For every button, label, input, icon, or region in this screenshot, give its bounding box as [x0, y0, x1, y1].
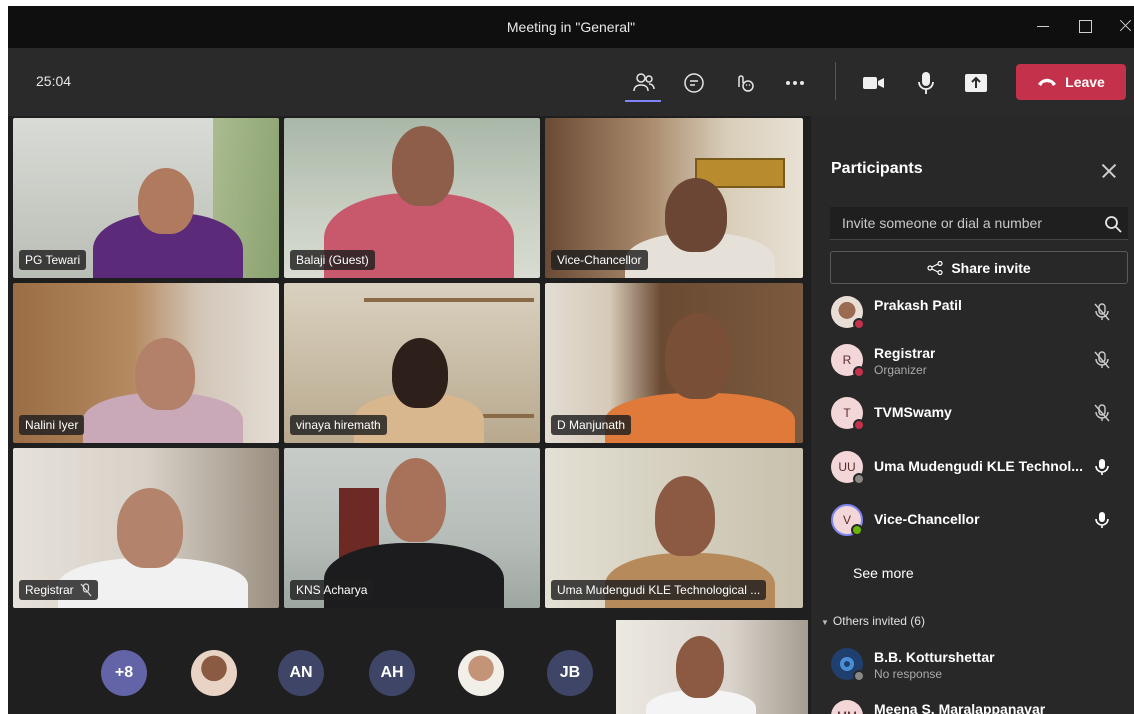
chat-icon[interactable] — [681, 70, 707, 96]
leave-label: Leave — [1065, 74, 1105, 90]
video-tile[interactable]: Balaji (Guest) — [284, 118, 540, 278]
window-title: Meeting in "General" — [506, 19, 636, 35]
offline-status-icon — [853, 473, 865, 485]
busy-status-icon — [853, 366, 865, 378]
hang-up-icon — [1038, 78, 1057, 86]
participant-initials-avatar[interactable]: AH — [369, 650, 415, 696]
participant-name-tag: Vice-Chancellor — [551, 250, 648, 270]
participant-row[interactable]: V Vice-Chancellor — [831, 500, 1131, 540]
busy-status-icon — [853, 419, 865, 431]
meeting-timer: 25:04 — [36, 73, 72, 89]
invited-row[interactable]: B.B. Kotturshettar No response — [831, 644, 1131, 684]
leave-button[interactable]: Leave — [1016, 64, 1126, 100]
video-tile[interactable]: Registrar — [13, 448, 279, 608]
participants-panel: Participants Share invite Prakash Patil … — [811, 116, 1134, 714]
share-screen-icon[interactable] — [963, 70, 989, 96]
participant-name: Registrar — [874, 345, 936, 361]
participant-row[interactable]: T TVMSwamy — [831, 393, 1131, 433]
participant-status: No response — [874, 667, 943, 681]
participant-name-tag: Registrar — [19, 580, 98, 600]
search-icon[interactable] — [1104, 215, 1122, 233]
participant-avatar: T — [831, 397, 865, 431]
participant-name: B.B. Kotturshettar — [874, 649, 995, 665]
available-status-icon — [851, 524, 863, 536]
video-tile[interactable]: D Manjunath — [545, 283, 803, 443]
mic-on-icon[interactable] — [1093, 457, 1111, 477]
video-tile[interactable]: vinaya hiremath — [284, 283, 540, 443]
participant-name: Meena S. Maralappanavar — [874, 701, 1046, 714]
participant-name-tag: Uma Mudengudi KLE Technological ... — [551, 580, 767, 600]
participant-name-tag: KNS Acharya — [290, 580, 374, 600]
toolbar-divider — [835, 62, 836, 100]
meeting-toolbar: 25:04 Leave — [8, 48, 1134, 116]
org-logo-avatar — [831, 648, 865, 682]
participant-name-tag: Balaji (Guest) — [290, 250, 375, 270]
video-tile[interactable]: Nalini Iyer — [13, 283, 279, 443]
participant-name: Vice-Chancellor — [874, 511, 980, 527]
participant-role: Organizer — [874, 363, 927, 377]
participant-row[interactable]: R Registrar Organizer — [831, 340, 1131, 380]
minimize-button[interactable] — [1032, 16, 1054, 36]
see-more-link[interactable]: See more — [853, 565, 914, 581]
close-panel-icon[interactable] — [1100, 162, 1118, 180]
maximize-button[interactable] — [1074, 16, 1096, 36]
participant-photo-avatar[interactable] — [458, 650, 504, 696]
invited-row[interactable]: MM Meena S. Maralappanavar — [831, 696, 1131, 714]
participant-name: TVMSwamy — [874, 404, 952, 420]
video-tile[interactable]: KNS Acharya — [284, 448, 540, 608]
participant-name: Prakash Patil — [874, 297, 962, 313]
mic-on-icon[interactable] — [1093, 510, 1111, 530]
active-tab-indicator — [625, 100, 661, 102]
participant-avatar — [831, 296, 865, 330]
others-invited-toggle[interactable]: ▼ Others invited (6) — [821, 614, 925, 628]
video-tile[interactable]: Uma Mudengudi KLE Technological ... — [545, 448, 803, 608]
panel-title: Participants — [831, 160, 923, 177]
participant-name: Uma Mudengudi KLE Technol... — [874, 458, 1083, 474]
mic-icon[interactable] — [913, 70, 939, 96]
muted-mic-icon[interactable] — [1093, 302, 1111, 322]
muted-mic-icon[interactable] — [1093, 403, 1111, 423]
participant-avatar: UU — [831, 451, 865, 485]
title-bar: Meeting in "General" — [8, 6, 1134, 48]
participant-name-tag: D Manjunath — [551, 415, 632, 435]
reactions-icon[interactable] — [731, 70, 757, 96]
share-invite-label: Share invite — [951, 259, 1031, 276]
invite-search-input[interactable] — [830, 207, 1128, 240]
more-icon[interactable] — [782, 70, 808, 96]
muted-mic-icon[interactable] — [1093, 350, 1111, 370]
participant-avatar: V — [831, 504, 863, 536]
share-icon — [927, 260, 943, 275]
participant-avatar: R — [831, 344, 865, 378]
video-tile[interactable]: PG Tewari — [13, 118, 279, 278]
participant-photo-avatar[interactable] — [191, 650, 237, 696]
participant-name-tag: Nalini Iyer — [19, 415, 85, 435]
offline-status-icon — [853, 670, 865, 682]
participant-name-tag: vinaya hiremath — [290, 415, 387, 435]
participant-row[interactable]: Prakash Patil — [831, 292, 1131, 332]
people-icon[interactable] — [631, 70, 657, 96]
participant-row[interactable]: UU Uma Mudengudi KLE Technol... — [831, 447, 1131, 487]
muted-mic-icon — [80, 583, 92, 597]
chevron-down-icon: ▼ — [821, 618, 829, 627]
participant-initials-avatar[interactable]: AN — [278, 650, 324, 696]
teams-meeting-window: Meeting in "General" 25:04 Leave PG Tewa… — [8, 6, 1134, 714]
close-window-button[interactable] — [1114, 16, 1134, 36]
share-invite-button[interactable]: Share invite — [830, 251, 1128, 284]
self-view-video[interactable] — [616, 620, 808, 714]
more-participants-avatar[interactable]: +8 — [101, 650, 147, 696]
video-tile[interactable]: Vice-Chancellor — [545, 118, 803, 278]
participant-avatar: MM — [831, 700, 863, 714]
participant-name-tag: PG Tewari — [19, 250, 87, 270]
camera-icon[interactable] — [861, 70, 887, 96]
busy-status-icon — [853, 318, 865, 330]
participant-initials-avatar[interactable]: JB — [547, 650, 593, 696]
